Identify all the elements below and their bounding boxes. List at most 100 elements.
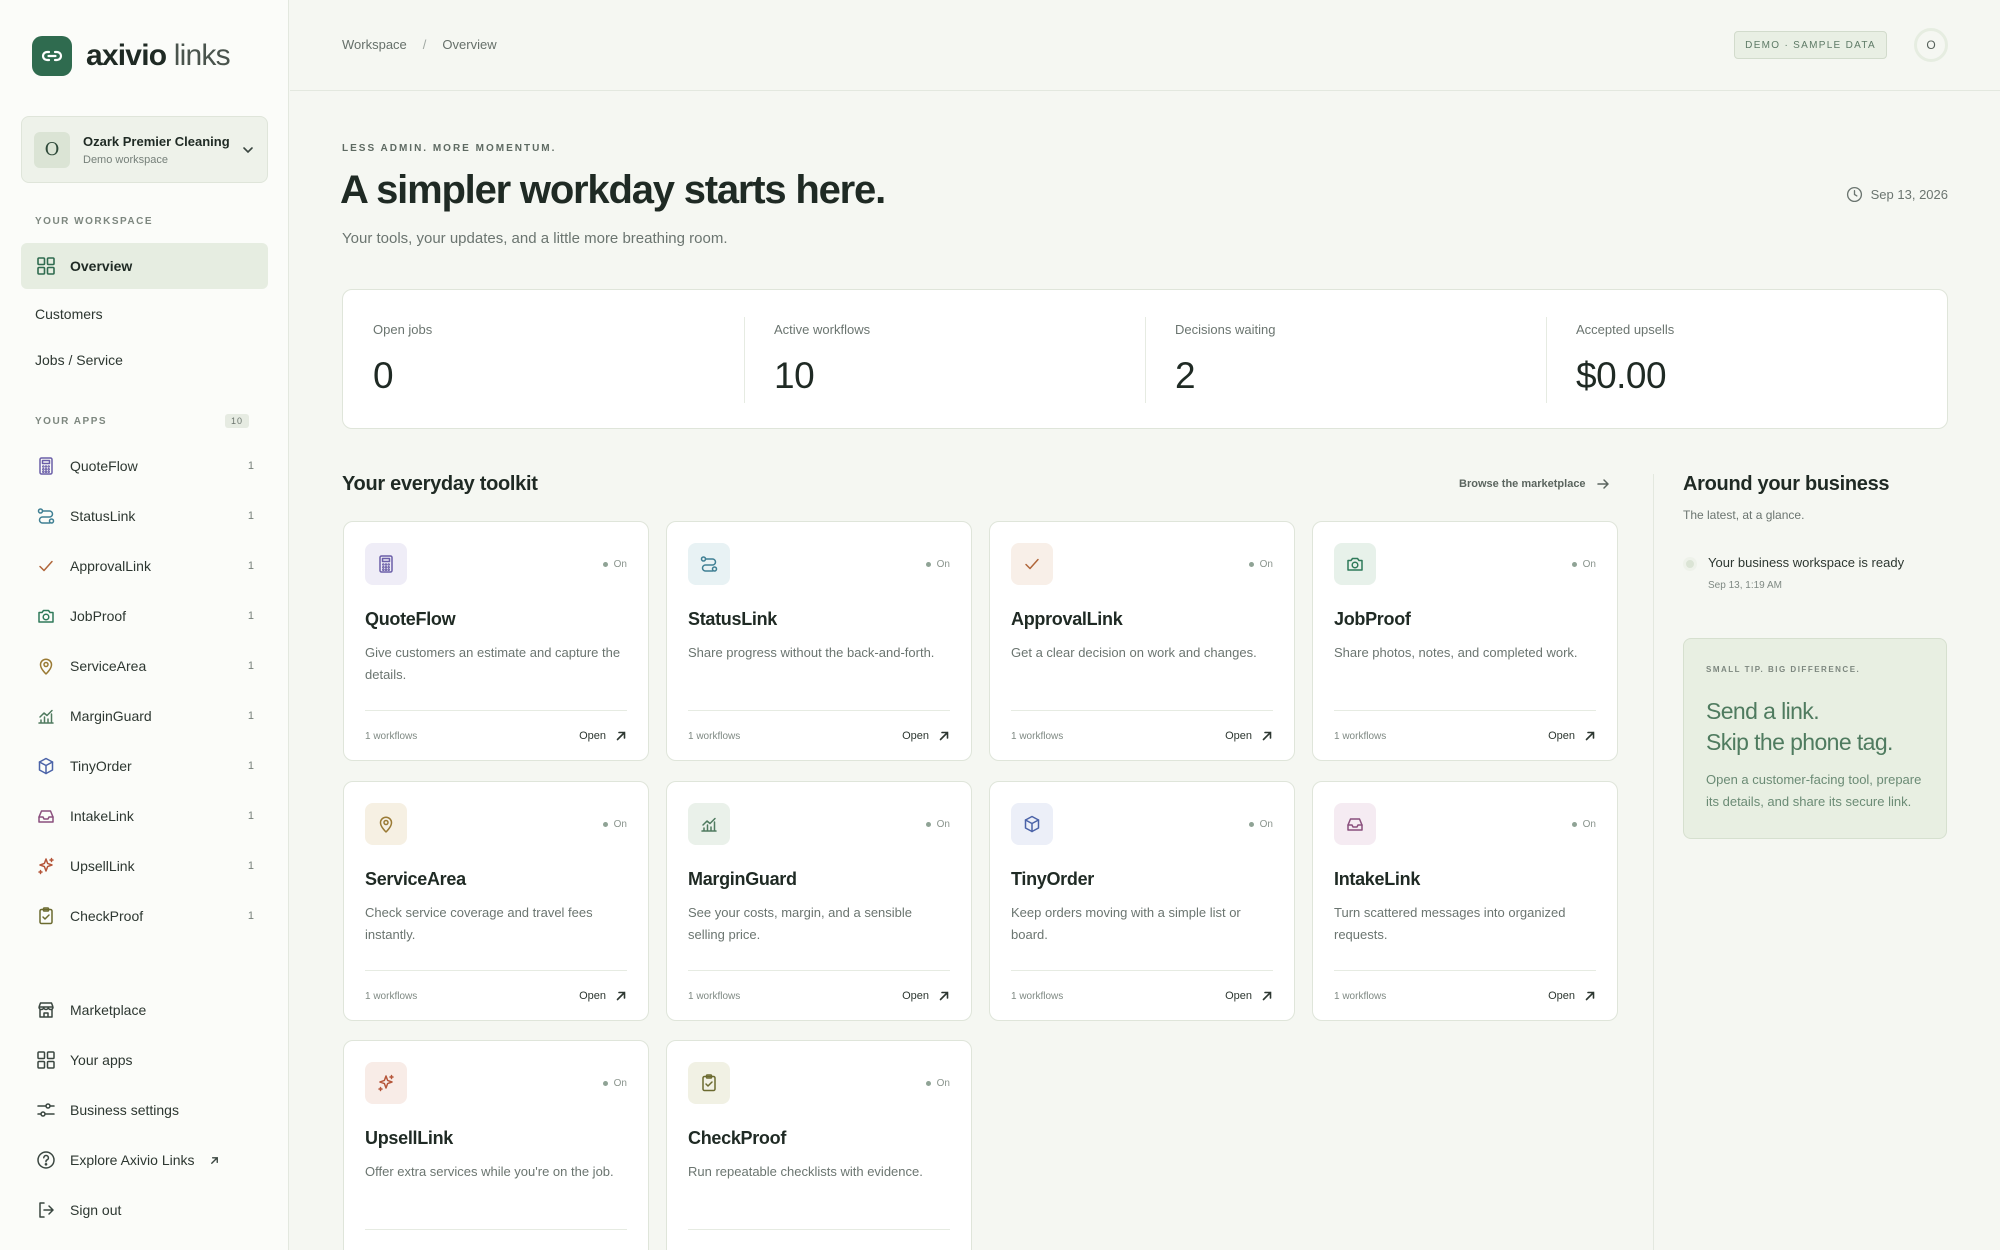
open-button[interactable]: Open [579,730,627,742]
sidebar-item-label: TinyOrder [70,758,132,774]
workflow-count: 1 workflows [688,730,741,742]
app-card-footer: 1 workflowsOpen [365,1229,627,1250]
sidebar-item-quoteflow[interactable]: QuoteFlow 1 [21,443,268,489]
open-button[interactable]: Open [1548,990,1596,1002]
app-card-intakelink[interactable]: On IntakeLink Turn scattered messages into… [1312,781,1618,1021]
app-card-description: Offer extra services while you're on the… [365,1164,614,1179]
status-label: On [613,559,627,570]
browse-marketplace-link[interactable]: Browse the marketplace [1459,477,1610,491]
around-subtitle: The latest, at a glance. [1683,508,1805,522]
around-title: Around your business [1683,473,1890,495]
sidebar-item-approvallink[interactable]: ApprovalLink 1 [21,543,268,589]
sidebar-item-marginguard[interactable]: MarginGuard 1 [21,693,268,739]
app-card-jobproof[interactable]: On JobProof Share photos, notes, and compl… [1312,521,1618,761]
app-card-title: JobProof [1334,609,1411,629]
calculator-icon [35,455,57,477]
status-indicator: On [1248,819,1273,830]
sidebar-item-count: 1 [247,460,254,472]
sidebar-item-marketplace[interactable]: Marketplace [21,987,268,1033]
clipboard-check-icon [35,905,57,927]
app-card-title: ApprovalLink [1011,609,1123,629]
sparkle-icon [35,855,57,877]
app-card-footer: 1 workflowsOpen [1334,970,1596,1002]
stat-accepted-upsells: Accepted upsells $0.00 [1546,290,1947,428]
external-link-icon [209,1155,220,1166]
breadcrumb-workspace[interactable]: Workspace [342,37,407,52]
open-label: Open [1548,730,1575,742]
sidebar-item-jobproof[interactable]: JobProof 1 [21,593,268,639]
sidebar-item-servicearea[interactable]: ServiceArea 1 [21,643,268,689]
workspace-switcher[interactable]: O Ozark Premier Cleaning Demo workspace [21,116,268,183]
sidebar-item-sign-out[interactable]: Sign out [21,1187,268,1233]
tip-eyebrow: SMALL TIP. BIG DIFFERENCE. [1706,665,1861,674]
app-card-upselllink[interactable]: On UpsellLink Offer extra services while y… [343,1040,649,1250]
open-button[interactable]: Open [579,990,627,1002]
apps-section-label: YOUR APPS [35,416,108,427]
sidebar-item-statuslink[interactable]: StatusLink 1 [21,493,268,539]
app-card-description: Give customers an estimate and capture t… [365,645,621,682]
app-card-servicearea[interactable]: On ServiceArea Check service coverage and … [343,781,649,1021]
status-indicator: On [602,559,627,570]
sidebar-item-label: Jobs / Service [35,352,123,368]
workflow-count: 1 workflows [1334,730,1387,742]
status-indicator: On [1248,559,1273,570]
sidebar-item-jobs-service[interactable]: Jobs / Service [21,337,268,383]
clock-icon [1846,186,1863,203]
sidebar-item-count: 1 [247,660,254,672]
tip-heading-line1: Send a link. [1706,698,1820,724]
column-divider [1653,474,1654,1250]
open-button[interactable]: Open [1225,990,1273,1002]
workspace-section-label: YOUR WORKSPACE [35,216,154,227]
status-label: On [936,559,950,570]
sidebar-item-intakelink[interactable]: IntakeLink 1 [21,793,268,839]
open-button[interactable]: Open [1225,730,1273,742]
sidebar-item-upselllink[interactable]: UpsellLink 1 [21,843,268,889]
event-dot [1683,557,1697,571]
sidebar-item-customers[interactable]: Customers [21,291,268,337]
sidebar-item-business-settings[interactable]: Business settings [21,1087,268,1133]
chart-icon [35,705,57,727]
stat-active-workflows: Active workflows 10 [744,290,1145,428]
check-icon [35,555,57,577]
sidebar-item-explore-axivio-links[interactable]: Explore Axivio Links [21,1137,268,1183]
sidebar-item-label: ServiceArea [70,658,147,674]
sidebar-item-tinyorder[interactable]: TinyOrder 1 [21,743,268,789]
sidebar-item-count: 1 [247,710,254,722]
open-button[interactable]: Open [1548,730,1596,742]
app-card-checkproof[interactable]: On CheckProof Run repeatable checklists wi… [666,1040,972,1250]
sidebar-item-your-apps[interactable]: Your apps [21,1037,268,1083]
inbox-icon [1334,803,1376,845]
open-button[interactable]: Open [902,990,950,1002]
workspace-avatar: O [34,131,70,168]
brand-logo[interactable]: axivio links [32,36,231,76]
apps-count-badge: 10 [225,414,250,428]
open-label: Open [579,990,606,1002]
user-avatar[interactable]: O [1914,28,1948,62]
sidebar-item-label: Business settings [70,1102,179,1118]
breadcrumb-separator: / [422,37,427,52]
camera-icon [1334,543,1376,585]
app-card-description: Get a clear decision on work and changes… [1011,645,1257,660]
app-card-title: CheckProof [688,1128,787,1148]
app-card-quoteflow[interactable]: On QuoteFlow Give customers an estimate an… [343,521,649,761]
app-card-tinyorder[interactable]: On TinyOrder Keep orders moving with a sim… [989,781,1295,1021]
stat-label: Decisions waiting [1175,322,1276,337]
sidebar-item-count: 1 [247,760,254,772]
chevron-down-icon [241,143,255,157]
grid-icon [35,255,57,277]
app-card-description: Share photos, notes, and completed work. [1334,645,1578,660]
open-button[interactable]: Open [902,730,950,742]
status-label: On [1259,819,1273,830]
status-dot [925,822,931,827]
app-card-statuslink[interactable]: On StatusLink Share progress without the b… [666,521,972,761]
open-label: Open [579,730,606,742]
status-indicator: On [602,819,627,830]
app-card-approvallink[interactable]: On ApprovalLink Get a clear decision on wo… [989,521,1295,761]
app-card-title: MarginGuard [688,869,797,889]
sidebar-item-overview[interactable]: Overview [21,243,268,289]
breadcrumb-overview: Overview [442,37,497,52]
sidebar-item-checkproof[interactable]: CheckProof 1 [21,893,268,939]
sidebar: axivio links O Ozark Premier Cleaning De… [0,0,289,1250]
sidebar-item-label: Your apps [70,1052,133,1068]
app-card-marginguard[interactable]: On MarginGuard See your costs, margin, and… [666,781,972,1021]
